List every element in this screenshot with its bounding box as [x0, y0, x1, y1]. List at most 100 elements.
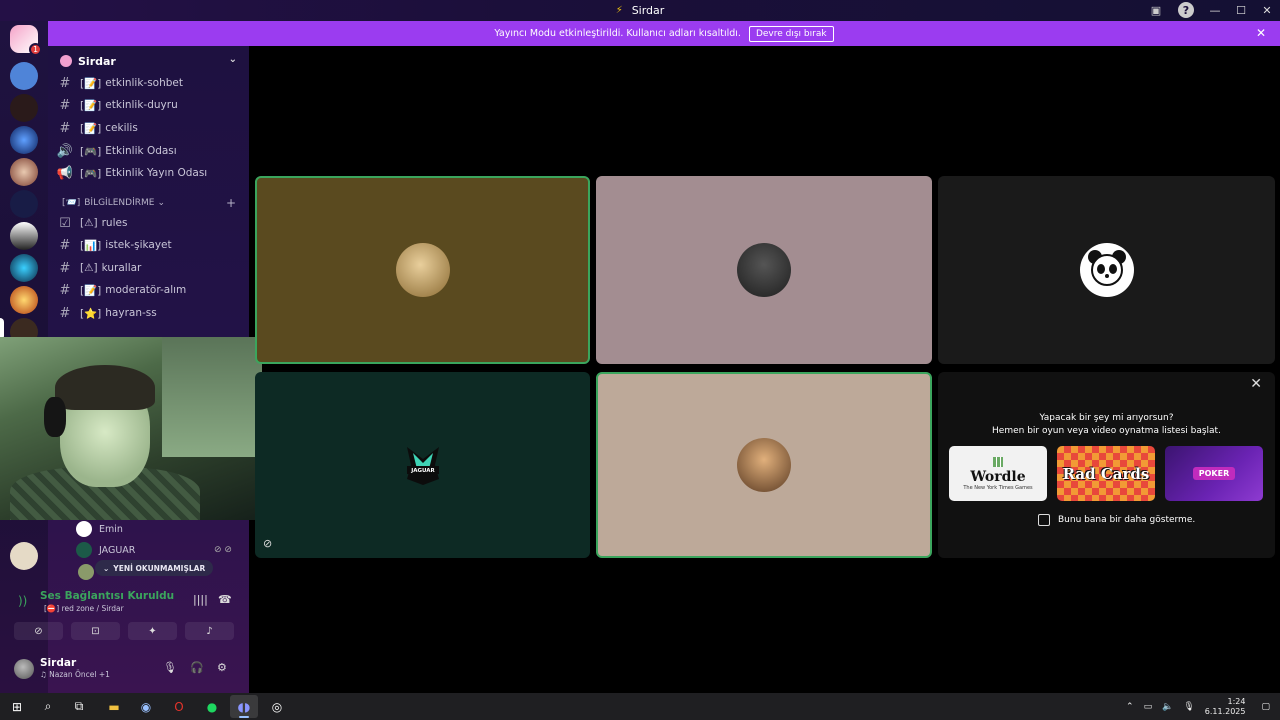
user-name[interactable]: Sirdar	[40, 657, 76, 669]
clock-time: 1:24	[1227, 696, 1246, 706]
participant-tile[interactable]	[596, 176, 932, 364]
noise-suppression-icon[interactable]: ||||	[193, 593, 208, 606]
direct-messages-button[interactable]: 1	[10, 25, 42, 56]
voice-channel-icon: 🔊	[56, 143, 74, 159]
rad-cards-card[interactable]: Rad Cards	[1057, 446, 1155, 501]
maximize-button[interactable]: ☐	[1228, 4, 1254, 17]
screen-share-button[interactable]: ⊡	[71, 622, 120, 640]
windows-start-icon[interactable]: ⊞	[3, 695, 31, 718]
text-channel-icon: #	[59, 75, 71, 91]
signal-icon: ))	[18, 594, 28, 608]
category-header[interactable]: [📨] BİLGİLENDİRME ⌄ +	[62, 196, 242, 210]
help-icon[interactable]: ?	[1178, 2, 1194, 18]
dont-show-checkbox[interactable]	[1038, 514, 1050, 526]
channel-label: hayran-ss	[105, 307, 157, 319]
channel-label: Etkinlik Yayın Odası	[105, 167, 208, 179]
notifications-icon[interactable]: ▢	[1261, 702, 1270, 712]
gear-icon[interactable]: ⚙	[217, 661, 227, 674]
voice-member-name: Emin	[99, 523, 123, 535]
channel-item[interactable]: # [📝] moderatör-alım	[56, 280, 242, 300]
disable-streamer-mode-button[interactable]: Devre dışı bırak	[748, 25, 834, 42]
server-header[interactable]: Sirdar ⌄	[48, 46, 249, 76]
disconnect-icon[interactable]: ☎	[218, 593, 232, 606]
participant-tile[interactable]	[596, 372, 932, 558]
server-icon[interactable]	[10, 94, 38, 122]
opera-icon[interactable]: O	[165, 695, 193, 718]
voice-location[interactable]: [⛔] red zone / Sirdar	[44, 604, 124, 613]
participant-tile[interactable]: JAGUAR ⊘	[255, 372, 590, 558]
voice-member[interactable]: Emin	[76, 520, 123, 538]
channel-item[interactable]: # [⚠] kurallar	[56, 258, 242, 278]
channel-item[interactable]: 🔊 [🎮] Etkinlik Odası	[56, 141, 242, 161]
new-unreads-pill[interactable]: ⌄ YENİ OKUNMAMIŞLAR	[95, 560, 214, 576]
network-icon[interactable]: ▭	[1144, 702, 1153, 712]
channel-item[interactable]: # [📝] cekilis	[56, 118, 242, 138]
channel-label: cekilis	[105, 122, 138, 134]
participant-tile[interactable]	[255, 176, 590, 364]
inbox-icon[interactable]: ▣	[1148, 2, 1164, 18]
channel-item[interactable]: # [⭐] hayran-ss	[56, 303, 242, 323]
camera-off-button[interactable]: ⊘	[14, 622, 63, 640]
headphones-icon[interactable]: 🎧	[190, 661, 204, 674]
category-label: BİLGİLENDİRME	[84, 198, 155, 208]
channel-item[interactable]: # [📊] istek-şikayet	[56, 235, 242, 255]
poker-card[interactable]: POKER	[1165, 446, 1263, 501]
minimize-button[interactable]: —	[1202, 4, 1228, 17]
voice-status[interactable]: Ses Bağlantısı Kuruldu	[40, 590, 174, 602]
channel-prefix: [⚠]	[80, 262, 98, 274]
rules-channel-icon: ☑	[59, 215, 71, 231]
microphone-icon[interactable]: 🎙	[163, 661, 177, 674]
soundboard-button[interactable]: ♪	[185, 622, 234, 640]
activity-suggestion-panel: ✕ Yapacak bir şey mi arıyorsun? Hemen bi…	[938, 372, 1275, 558]
voice-member[interactable]: JAGUAR ⊘ ⊘	[76, 541, 232, 559]
server-icon[interactable]	[10, 286, 38, 314]
steam-icon[interactable]: ◉	[132, 695, 160, 718]
server-icon[interactable]	[10, 222, 38, 250]
server-icon[interactable]	[10, 542, 38, 570]
discord-taskbar-icon[interactable]: ◖◗	[230, 695, 258, 718]
search-icon[interactable]: ⌕	[34, 695, 62, 718]
user-activity: ♫ Nazan Öncel +1	[40, 670, 110, 679]
task-view-icon[interactable]: ⧉	[65, 695, 93, 718]
category-prefix: [📨]	[62, 198, 81, 208]
channel-item[interactable]: # [📝] etkinlik-duyru	[56, 95, 242, 115]
channel-item[interactable]: ☑ [⚠] rules	[56, 213, 242, 233]
server-icon[interactable]	[10, 126, 38, 154]
windows-taskbar: ⊞ ⌕ ⧉ ▬ ◉ O ● ◖◗ ◎ ⌃ ▭ 🔈 🎙 1:24 6.11.202…	[0, 693, 1280, 720]
wordle-title: Wordle	[970, 468, 1026, 485]
obs-icon[interactable]: ◎	[263, 695, 291, 718]
clock[interactable]: 1:24 6.11.2025	[1205, 697, 1246, 717]
server-icon[interactable]	[10, 190, 38, 218]
server-boost-icon	[60, 55, 72, 67]
close-icon[interactable]: ✕	[1250, 376, 1262, 392]
rad-cards-title: Rad Cards	[1062, 464, 1150, 483]
jaguar-avatar: JAGUAR	[399, 441, 447, 489]
text-channel-icon: #	[59, 260, 71, 276]
wordle-card[interactable]: Wordle The New York Times Games	[949, 446, 1047, 501]
webcam-overlay[interactable]	[0, 337, 262, 520]
voice-location-prefix: [⛔]	[44, 604, 60, 613]
avatar[interactable]	[14, 659, 34, 679]
create-channel-icon[interactable]: +	[226, 196, 236, 210]
microphone-tray-icon[interactable]: 🎙	[1183, 702, 1194, 712]
file-explorer-icon[interactable]: ▬	[100, 695, 128, 718]
text-channel-icon: #	[59, 305, 71, 321]
channel-item[interactable]: 📢 [🎮] Etkinlik Yayın Odası	[56, 163, 242, 183]
tray-overflow-icon[interactable]: ⌃	[1126, 702, 1134, 712]
streamer-mode-banner: Yayıncı Modu etkinleştirildi. Kullanıcı …	[48, 21, 1280, 46]
close-banner-icon[interactable]: ✕	[1256, 26, 1266, 40]
participant-tile[interactable]	[938, 176, 1275, 364]
server-icon[interactable]	[10, 158, 38, 186]
dont-show-again[interactable]: Bunu bana bir daha gösterme.	[1038, 514, 1195, 526]
voice-member-name: JAGUAR	[99, 544, 136, 556]
channel-label: moderatör-alım	[105, 284, 187, 296]
server-icon[interactable]	[10, 254, 38, 282]
volume-icon[interactable]: 🔈	[1162, 702, 1173, 712]
webcam-hair	[55, 365, 155, 410]
deafened-icon: ⊘ ⊘	[214, 545, 232, 555]
close-window-button[interactable]: ✕	[1254, 4, 1280, 17]
activities-button[interactable]: ✦	[128, 622, 177, 640]
server-icon[interactable]	[10, 62, 38, 90]
channel-item[interactable]: # [📝] etkinlik-sohbet	[56, 73, 242, 93]
spotify-icon[interactable]: ●	[198, 695, 226, 718]
